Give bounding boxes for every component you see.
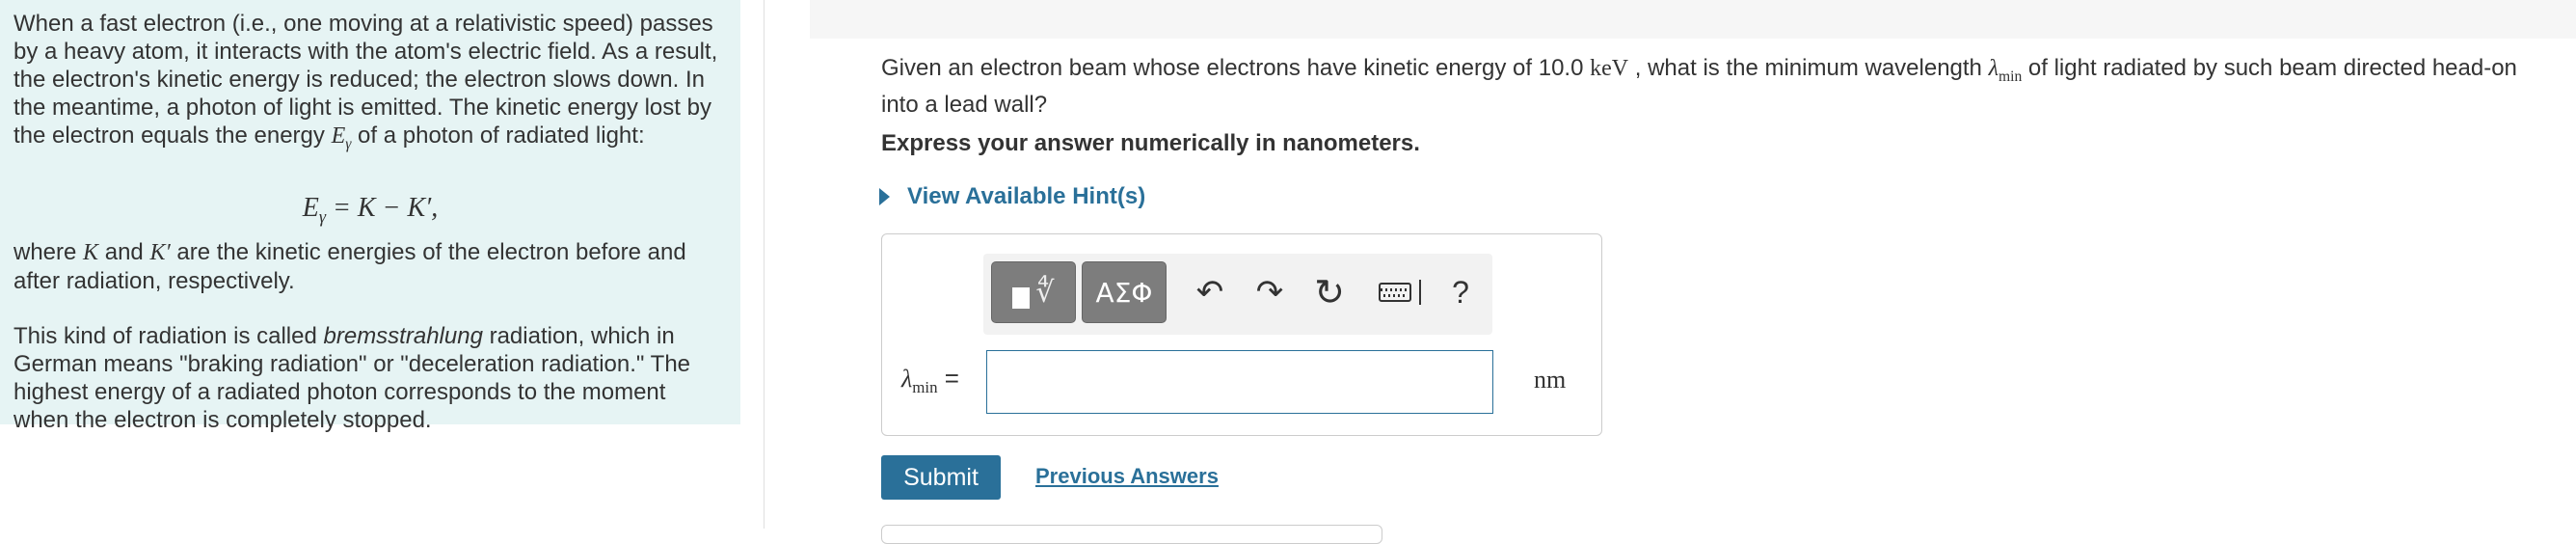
view-hints-toggle[interactable]: View Available Hint(s) [879,183,1145,210]
keyboard-shape [1379,283,1411,302]
part-header-bar [810,0,2576,39]
intro-paragraph-3: This kind of radiation is called bremsst… [13,323,691,434]
keyboard-icon[interactable] [1369,265,1431,319]
previous-answers-link[interactable]: Previous Answers [1035,464,1219,489]
templates-button[interactable]: ∜ [991,261,1076,323]
intro-paragraph-2: where K and K′ are the kinetic energies … [13,239,686,295]
answer-variable-label: λmin = [901,364,959,397]
answer-unit: nm [1534,366,1567,394]
energy-symbol: E [331,123,346,149]
view-hints-label: View Available Hint(s) [907,183,1146,209]
cursor-bar [1419,280,1421,305]
templates-icon [1012,287,1031,309]
reset-icon[interactable]: ↻ [1305,265,1354,319]
answer-input[interactable] [986,350,1493,414]
answer-instruction: Express your answer numerically in nanom… [881,130,1420,156]
help-icon[interactable]: ? [1436,265,1485,319]
intro-paragraph-1: When a fast electron (i.e., one moving a… [13,11,718,152]
symbols-button[interactable]: ΑΣΦ [1082,261,1167,323]
energy-equation: Eγ = K − K′, [302,192,439,227]
caret-right-icon [879,188,890,205]
submit-button[interactable]: Submit [881,455,1001,500]
panel-divider [764,0,765,529]
sqrt-icon: ∜ [1035,275,1055,310]
feedback-box [881,525,1382,544]
answer-box: ∜ ΑΣΦ ↶ ↷ ↻ ? λmin = nm [881,233,1602,436]
redo-icon[interactable]: ↷ [1246,265,1294,319]
undo-icon[interactable]: ↶ [1186,265,1234,319]
math-toolbar: ∜ ΑΣΦ ↶ ↷ ↻ ? [983,254,1492,335]
intro-panel: When a fast electron (i.e., one moving a… [0,0,740,433]
question-text: Given an electron beam whose electrons h… [881,55,2517,118]
